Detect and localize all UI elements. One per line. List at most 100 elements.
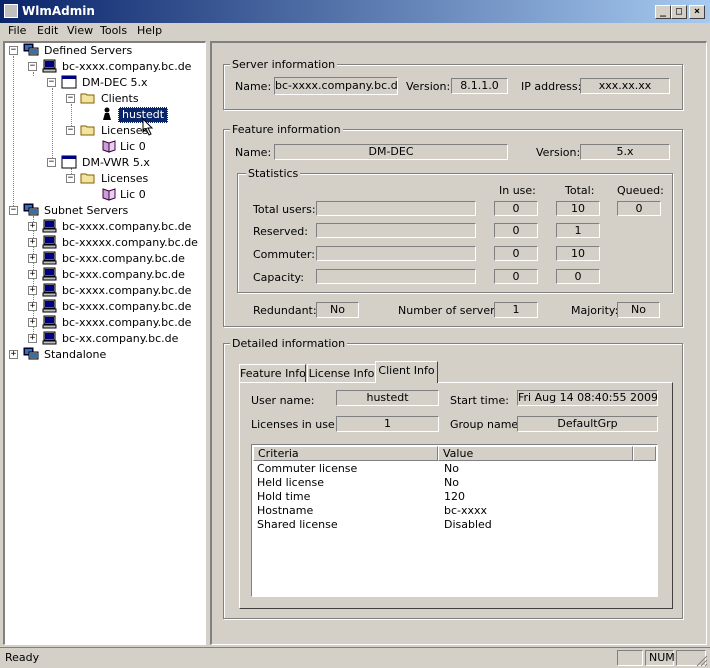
list-criteria[interactable]: Hold time xyxy=(257,490,310,503)
list-value[interactable]: Disabled xyxy=(444,518,492,531)
expand-subnet-server[interactable]: + xyxy=(28,270,37,279)
tree-subnet-server[interactable]: bc-xxxx.company.bc.de xyxy=(62,299,191,315)
tree-lic0-2[interactable]: Lic 0 xyxy=(120,187,146,203)
expand-product-dm-dec[interactable]: − xyxy=(47,78,56,87)
expand-subnet-server[interactable]: + xyxy=(28,222,37,231)
expand-product-dm-vwr[interactable]: − xyxy=(47,158,56,167)
menu-help[interactable]: Help xyxy=(137,24,162,37)
stat-in-use: 0 xyxy=(494,246,538,261)
status-bar xyxy=(0,648,710,668)
stat-in-use: 0 xyxy=(494,269,538,284)
expand-subnet-server[interactable]: + xyxy=(28,318,37,327)
redundant-label: Redundant: xyxy=(253,304,317,317)
tab-feature-info[interactable]: Feature Info xyxy=(239,364,306,383)
tree-subnet-server[interactable]: bc-xxxx.company.bc.de xyxy=(62,219,191,235)
col-queued: Queued: xyxy=(617,184,664,197)
resize-grip-icon[interactable] xyxy=(696,655,708,667)
usage-bar xyxy=(316,201,476,216)
column-header-criteria[interactable]: Criteria xyxy=(253,446,438,461)
window-icon xyxy=(61,75,77,89)
stat-in-use: 0 xyxy=(494,201,538,216)
list-value[interactable]: bc-xxxx xyxy=(444,504,487,517)
expand-server[interactable]: − xyxy=(28,62,37,71)
num-lock-indicator: NUM xyxy=(645,650,675,666)
menu-file[interactable]: File xyxy=(8,24,26,37)
folder-open-icon xyxy=(80,173,95,184)
maximize-button[interactable]: □ xyxy=(671,5,687,19)
status-text: Ready xyxy=(5,651,40,664)
expand-licenses[interactable]: − xyxy=(66,126,75,135)
list-criteria[interactable]: Commuter license xyxy=(257,462,357,475)
window-title: WlmAdmin xyxy=(22,4,95,18)
expand-subnet-servers[interactable]: − xyxy=(9,206,18,215)
usage-bar xyxy=(316,223,476,238)
licenses-in-use-field: 1 xyxy=(336,416,439,432)
minimize-button[interactable]: _ xyxy=(655,5,671,19)
tree-subnet-server[interactable]: bc-xxxxx.company.bc.de xyxy=(62,235,198,251)
num-servers-label: Number of servers: xyxy=(398,304,505,317)
status-panel xyxy=(617,650,643,666)
license-book-icon xyxy=(102,140,116,153)
expand-subnet-server[interactable]: + xyxy=(28,286,37,295)
expand-standalone[interactable]: + xyxy=(9,350,18,359)
tree-lic0[interactable]: Lic 0 xyxy=(120,139,146,155)
tree-licenses[interactable]: Licenses xyxy=(101,123,148,139)
tree-subnet-server[interactable]: bc-xxx.company.bc.de xyxy=(62,267,185,283)
expand-licenses-2[interactable]: − xyxy=(66,174,75,183)
stat-in-use: 0 xyxy=(494,223,538,238)
folder-open-icon xyxy=(80,93,95,104)
tab-client-info[interactable]: Client Info xyxy=(375,361,438,383)
expand-subnet-server[interactable]: + xyxy=(28,334,37,343)
close-button[interactable]: × xyxy=(689,5,705,19)
list-value[interactable]: 120 xyxy=(444,490,465,503)
tree-server[interactable]: bc-xxxx.company.bc.de xyxy=(62,59,191,75)
expand-clients[interactable]: − xyxy=(66,94,75,103)
tab-license-info[interactable]: License Info xyxy=(307,364,376,383)
stat-label: Reserved: xyxy=(253,225,308,238)
tree-product-dm-dec[interactable]: DM-DEC 5.x xyxy=(82,75,148,91)
title-bar[interactable] xyxy=(0,0,710,23)
stat-total: 0 xyxy=(556,269,600,284)
expand-subnet-server[interactable]: + xyxy=(28,238,37,247)
user-name-label: User name: xyxy=(251,394,315,407)
server-info-title: Server information xyxy=(230,58,338,71)
tree-subnet-server[interactable]: bc-xxx.company.bc.de xyxy=(62,251,185,267)
computer-icon xyxy=(42,59,57,73)
tree-subnet-server[interactable]: bc-xxxx.company.bc.de xyxy=(62,315,191,331)
column-header-extra[interactable] xyxy=(633,446,656,461)
stat-total: 10 xyxy=(556,246,600,261)
list-value[interactable]: No xyxy=(444,476,459,489)
stat-label: Commuter: xyxy=(253,248,315,261)
expand-defined-servers[interactable]: − xyxy=(9,46,18,55)
majority-field: No xyxy=(617,302,660,318)
tree-subnet-server[interactable]: bc-xx.company.bc.de xyxy=(62,331,178,347)
stat-queued: 0 xyxy=(617,201,661,216)
tree-subnet-server[interactable]: bc-xxxx.company.bc.de xyxy=(62,283,191,299)
tree-product-dm-vwr[interactable]: DM-VWR 5.x xyxy=(82,155,150,171)
column-header-value[interactable]: Value xyxy=(438,446,633,461)
expand-subnet-server[interactable]: + xyxy=(28,302,37,311)
col-in-use: In use: xyxy=(499,184,536,197)
list-criteria[interactable]: Hostname xyxy=(257,504,313,517)
app-icon[interactable] xyxy=(4,4,18,18)
tree-clients[interactable]: Clients xyxy=(101,91,139,107)
server-version-field: 8.1.1.0 xyxy=(451,78,508,94)
list-criteria[interactable]: Held license xyxy=(257,476,324,489)
expand-subnet-server[interactable]: + xyxy=(28,254,37,263)
list-value[interactable]: No xyxy=(444,462,459,475)
stat-total: 10 xyxy=(556,201,600,216)
menu-edit[interactable]: Edit xyxy=(37,24,58,37)
tree-licenses-2[interactable]: Licenses xyxy=(101,171,148,187)
list-criteria[interactable]: Shared license xyxy=(257,518,338,531)
tree-standalone[interactable]: Standalone xyxy=(44,347,106,363)
menu-tools[interactable]: Tools xyxy=(100,24,127,37)
servers-group-icon xyxy=(23,347,39,360)
tree-subnet-servers[interactable]: Subnet Servers xyxy=(44,203,128,219)
menu-view[interactable]: View xyxy=(67,24,93,37)
computer-icon xyxy=(42,267,57,281)
tree-defined-servers[interactable]: Defined Servers xyxy=(44,43,132,59)
user-icon xyxy=(103,107,111,120)
servers-group-icon xyxy=(23,203,39,216)
computer-icon xyxy=(42,251,57,265)
group-name-label: Group name: xyxy=(450,418,522,431)
